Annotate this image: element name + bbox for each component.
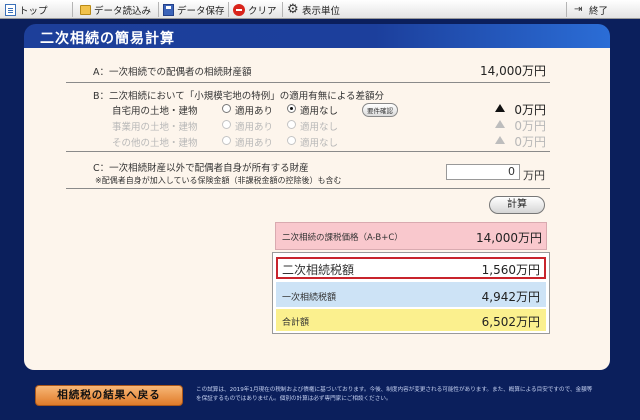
clear-button[interactable]: クリア (233, 2, 277, 17)
business-diff-value: 0万円 (514, 119, 546, 133)
folder-icon (80, 4, 91, 15)
home-apply-label: 適用あり (235, 106, 274, 117)
business-land-label: 事業用の土地・建物 (112, 122, 198, 133)
total-row: 合計額 6,502万円 (276, 309, 546, 331)
second-tax-row: 二次相続税額 1,560万円 (276, 257, 546, 279)
toolbar: トップ データ読込み データ保存 クリア ⚙ 表示単位 ⇥ 終了 (0, 0, 640, 19)
home-not-apply-radio[interactable] (287, 104, 296, 113)
exit-icon: ⇥ (574, 3, 583, 15)
page-title: 二次相続の簡易計算 (40, 31, 175, 47)
tax-results-group: 二次相続税額 1,560万円 一次相続税額 4,942万円 合計額 6,502万… (272, 252, 550, 334)
first-tax-label: 一次相続税額 (282, 293, 337, 303)
other-diff-value: 0万円 (514, 135, 546, 149)
second-tax-amount: 1,560万円 (481, 263, 540, 277)
clear-icon (233, 3, 245, 16)
other-not-apply-label: 適用なし (300, 138, 339, 149)
spouse-assets-input[interactable]: 0 (446, 164, 520, 180)
load-data-button[interactable]: データ読込み (80, 2, 151, 17)
other-apply-label: 適用あり (235, 138, 274, 149)
divider (66, 151, 550, 152)
top-label: トップ (19, 5, 48, 17)
taxable-value-label: 二次相続の課税価格（A-B+C） (282, 233, 403, 243)
disclaimer-note: この試算は、2019年1月現在の税制および債権に基づいております。今後、制度内容… (196, 387, 593, 402)
business-apply-label: 適用あり (235, 122, 274, 133)
second-tax-label: 二次相続税額 (282, 263, 355, 277)
display-units-button[interactable]: ⚙ 表示単位 (287, 2, 340, 17)
first-tax-amount: 4,942万円 (481, 290, 540, 304)
floppy-icon (163, 3, 174, 16)
section-c-label: C：一次相続財産以外で配偶者自身が所有する財産 (93, 163, 309, 174)
section-b-label: B：二次相続において「小規模宅地の特例」の適用有無による差額分 (93, 91, 384, 102)
toolbar-divider (228, 2, 229, 17)
gear-icon: ⚙ (287, 1, 299, 17)
other-apply-radio[interactable] (222, 136, 231, 145)
toolbar-divider (72, 2, 73, 17)
business-not-apply-radio[interactable] (287, 120, 296, 129)
divider (66, 82, 550, 83)
section-a-label: A：一次相続での配偶者の相続財産額 (93, 67, 252, 78)
home-land-label: 自宅用の土地・建物 (112, 106, 198, 117)
calculate-button[interactable]: 計算 (489, 196, 545, 214)
other-land-label: その他の土地・建物 (112, 138, 198, 149)
first-tax-row: 一次相続税額 4,942万円 (276, 282, 546, 307)
spouse-assets-unit: 万円 (523, 169, 545, 182)
top-button[interactable]: トップ (5, 2, 48, 17)
document-icon (5, 3, 16, 16)
back-to-results-button[interactable]: 相続税の結果へ戻る (35, 385, 183, 406)
exit-button[interactable]: ⇥ 終了 (574, 2, 608, 17)
exit-label: 終了 (589, 5, 609, 17)
divider (66, 188, 550, 189)
save-data-label: データ保存 (177, 5, 225, 17)
business-apply-radio[interactable] (222, 120, 231, 129)
total-amount: 6,502万円 (481, 315, 540, 329)
toolbar-divider (282, 2, 283, 17)
business-not-apply-label: 適用なし (300, 122, 339, 133)
toolbar-divider (566, 2, 567, 17)
requirements-check-button[interactable]: 要件確認 (362, 103, 398, 117)
clear-label: クリア (248, 5, 277, 17)
display-units-label: 表示単位 (302, 5, 341, 17)
load-data-label: データ読込み (94, 5, 152, 17)
taxable-value-row: 二次相続の課税価格（A-B+C） 14,000万円 (275, 222, 547, 250)
home-diff-value: 0万円 (514, 103, 546, 117)
section-c-note: ※配偶者自身が加入している保険金額（非課税金額の控除後）も含む (95, 176, 342, 185)
save-data-button[interactable]: データ保存 (163, 2, 225, 17)
other-not-apply-radio[interactable] (287, 136, 296, 145)
toolbar-divider (158, 2, 159, 17)
total-label: 合計額 (282, 318, 310, 328)
section-a-value: 14,000万円 (480, 64, 546, 78)
home-not-apply-label: 適用なし (300, 106, 339, 117)
taxable-value-amount: 14,000万円 (476, 231, 542, 245)
home-apply-radio[interactable] (222, 104, 231, 113)
